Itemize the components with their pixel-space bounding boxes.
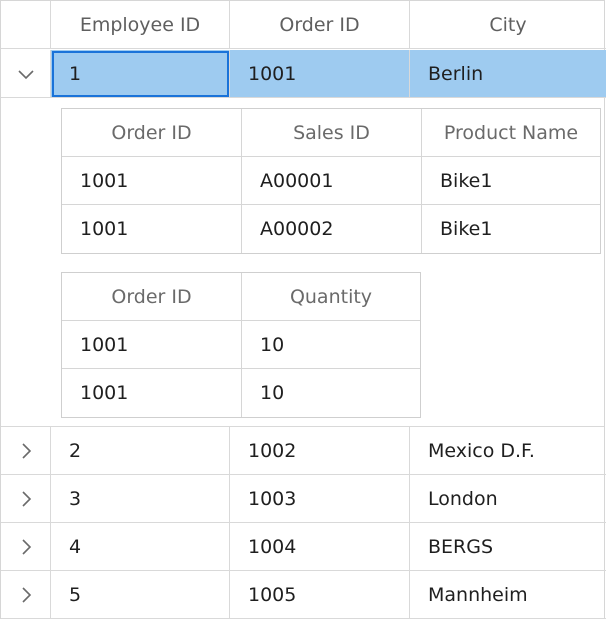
row-details-panel: Order ID Sales ID Product Name 1001 A000… [1,98,604,427]
cell-sales-id[interactable]: A00001 [242,157,422,205]
cell-order-id[interactable]: 1003 [230,475,410,523]
cell-order-id[interactable]: 1004 [230,523,410,571]
column-header-quantity[interactable]: Quantity [242,273,420,321]
cell-employee-id[interactable]: 4 [51,523,230,571]
table-row[interactable]: 1001 10 [62,321,420,369]
table-row[interactable]: 1001 A00001 Bike1 [62,157,600,205]
cell-city[interactable]: Berlin [410,50,606,98]
column-header-order-id[interactable]: Order ID [62,109,242,157]
cell-sales-id[interactable]: A00002 [242,205,422,253]
table-row[interactable]: 3 1003 London [1,475,606,523]
cell-city[interactable]: BERGS [410,523,606,571]
row-expander[interactable] [1,475,51,523]
table-row[interactable]: 1001 A00002 Bike1 [62,205,600,253]
master-detail-grid: Employee ID Order ID City 1 1001 Berlin … [0,0,606,619]
column-header-employee-id[interactable]: Employee ID [51,1,230,49]
column-header-product-name[interactable]: Product Name [422,109,600,157]
main-header-row: Employee ID Order ID City [1,1,606,49]
row-expander[interactable] [1,427,51,475]
row-expander[interactable] [1,571,51,619]
table-row[interactable]: 1 1001 Berlin [1,50,606,98]
table-row[interactable]: 2 1002 Mexico D.F. [1,427,606,475]
cell-city[interactable]: Mexico D.F. [410,427,606,475]
column-header-sales-id[interactable]: Sales ID [242,109,422,157]
row-expander[interactable] [1,523,51,571]
chevron-right-icon[interactable] [20,538,32,556]
cell-order-id[interactable]: 1002 [230,427,410,475]
cell-employee-id[interactable]: 1 [51,50,230,98]
column-header-order-id[interactable]: Order ID [230,1,410,49]
table-row[interactable]: 1001 10 [62,369,420,417]
column-header-order-id[interactable]: Order ID [62,273,242,321]
chevron-right-icon[interactable] [20,490,32,508]
cell-quantity[interactable]: 10 [242,369,420,417]
cell-order-id[interactable]: 1001 [62,321,242,369]
sales-detail-grid: Order ID Sales ID Product Name 1001 A000… [61,108,601,254]
table-row[interactable]: 4 1004 BERGS [1,523,606,571]
row-expander[interactable] [1,50,51,98]
cell-order-id[interactable]: 1001 [230,50,410,98]
column-header-city[interactable]: City [410,1,606,49]
header-expander-cell [1,1,51,49]
quantity-header-row: Order ID Quantity [62,273,420,321]
cell-product-name[interactable]: Bike1 [422,157,600,205]
cell-quantity[interactable]: 10 [242,321,420,369]
sales-header-row: Order ID Sales ID Product Name [62,109,600,157]
cell-order-id[interactable]: 1001 [62,205,242,253]
cell-city[interactable]: London [410,475,606,523]
quantity-detail-grid: Order ID Quantity 1001 10 1001 10 [61,272,421,418]
table-row[interactable]: 5 1005 Mannheim [1,571,606,619]
chevron-down-icon[interactable] [17,68,35,80]
cell-employee-id[interactable]: 3 [51,475,230,523]
cell-order-id[interactable]: 1005 [230,571,410,619]
cell-order-id[interactable]: 1001 [62,369,242,417]
cell-order-id[interactable]: 1001 [62,157,242,205]
cell-product-name[interactable]: Bike1 [422,205,600,253]
cell-employee-id[interactable]: 5 [51,571,230,619]
chevron-right-icon[interactable] [20,586,32,604]
cell-employee-id[interactable]: 2 [51,427,230,475]
chevron-right-icon[interactable] [20,442,32,460]
cell-city[interactable]: Mannheim [410,571,606,619]
